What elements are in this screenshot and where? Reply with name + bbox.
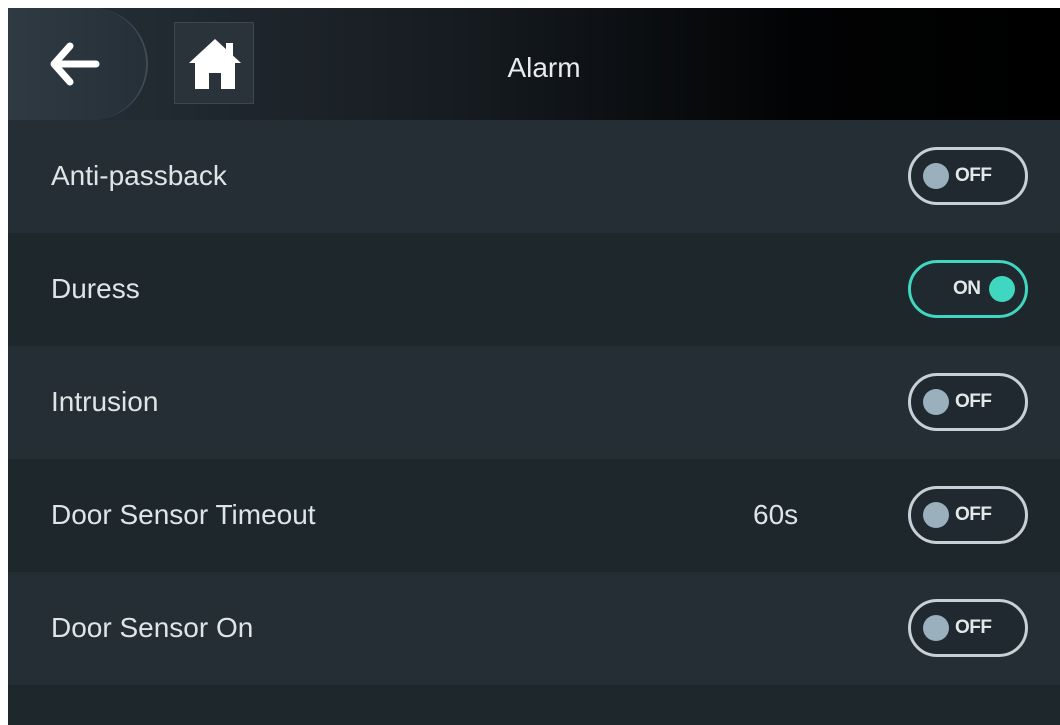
setting-label: Door Sensor Timeout bbox=[51, 499, 316, 530]
setting-row-anti-passback: Anti-passback OFF bbox=[8, 120, 1060, 233]
intrusion-toggle[interactable]: OFF bbox=[908, 373, 1028, 431]
alarm-screen: Alarm Anti-passback OFF Duress ON Intrus… bbox=[8, 8, 1060, 725]
anti-passback-toggle[interactable]: OFF bbox=[908, 147, 1028, 205]
toggle-knob bbox=[923, 163, 949, 189]
setting-label: Duress bbox=[51, 273, 140, 304]
empty-row bbox=[8, 685, 1060, 725]
toggle-knob bbox=[923, 615, 949, 641]
setting-label: Intrusion bbox=[51, 386, 159, 417]
setting-row-door-sensor-on: Door Sensor On OFF bbox=[8, 572, 1060, 685]
setting-label: Anti-passback bbox=[51, 160, 227, 191]
page-title: Alarm bbox=[507, 52, 581, 83]
header-bar: Alarm bbox=[8, 8, 1060, 120]
setting-row-intrusion: Intrusion OFF bbox=[8, 346, 1060, 459]
toggle-knob bbox=[923, 389, 949, 415]
setting-label: Door Sensor On bbox=[51, 612, 254, 643]
toggle-knob bbox=[989, 276, 1015, 302]
door-sensor-timeout-toggle[interactable]: OFF bbox=[908, 486, 1028, 544]
setting-row-duress: Duress ON bbox=[8, 233, 1060, 346]
toggle-knob bbox=[923, 502, 949, 528]
duress-toggle[interactable]: ON bbox=[908, 260, 1028, 318]
setting-row-door-sensor-timeout: Door Sensor Timeout 60s OFF bbox=[8, 459, 1060, 572]
timeout-value[interactable]: 60s bbox=[753, 499, 798, 531]
toggle-state-label: OFF bbox=[955, 504, 992, 525]
toggle-state-label: OFF bbox=[955, 391, 992, 412]
toggle-state-label: OFF bbox=[955, 165, 992, 186]
toggle-state-label: OFF bbox=[955, 617, 992, 638]
toggle-state-label: ON bbox=[953, 278, 981, 299]
door-sensor-on-toggle[interactable]: OFF bbox=[908, 599, 1028, 657]
